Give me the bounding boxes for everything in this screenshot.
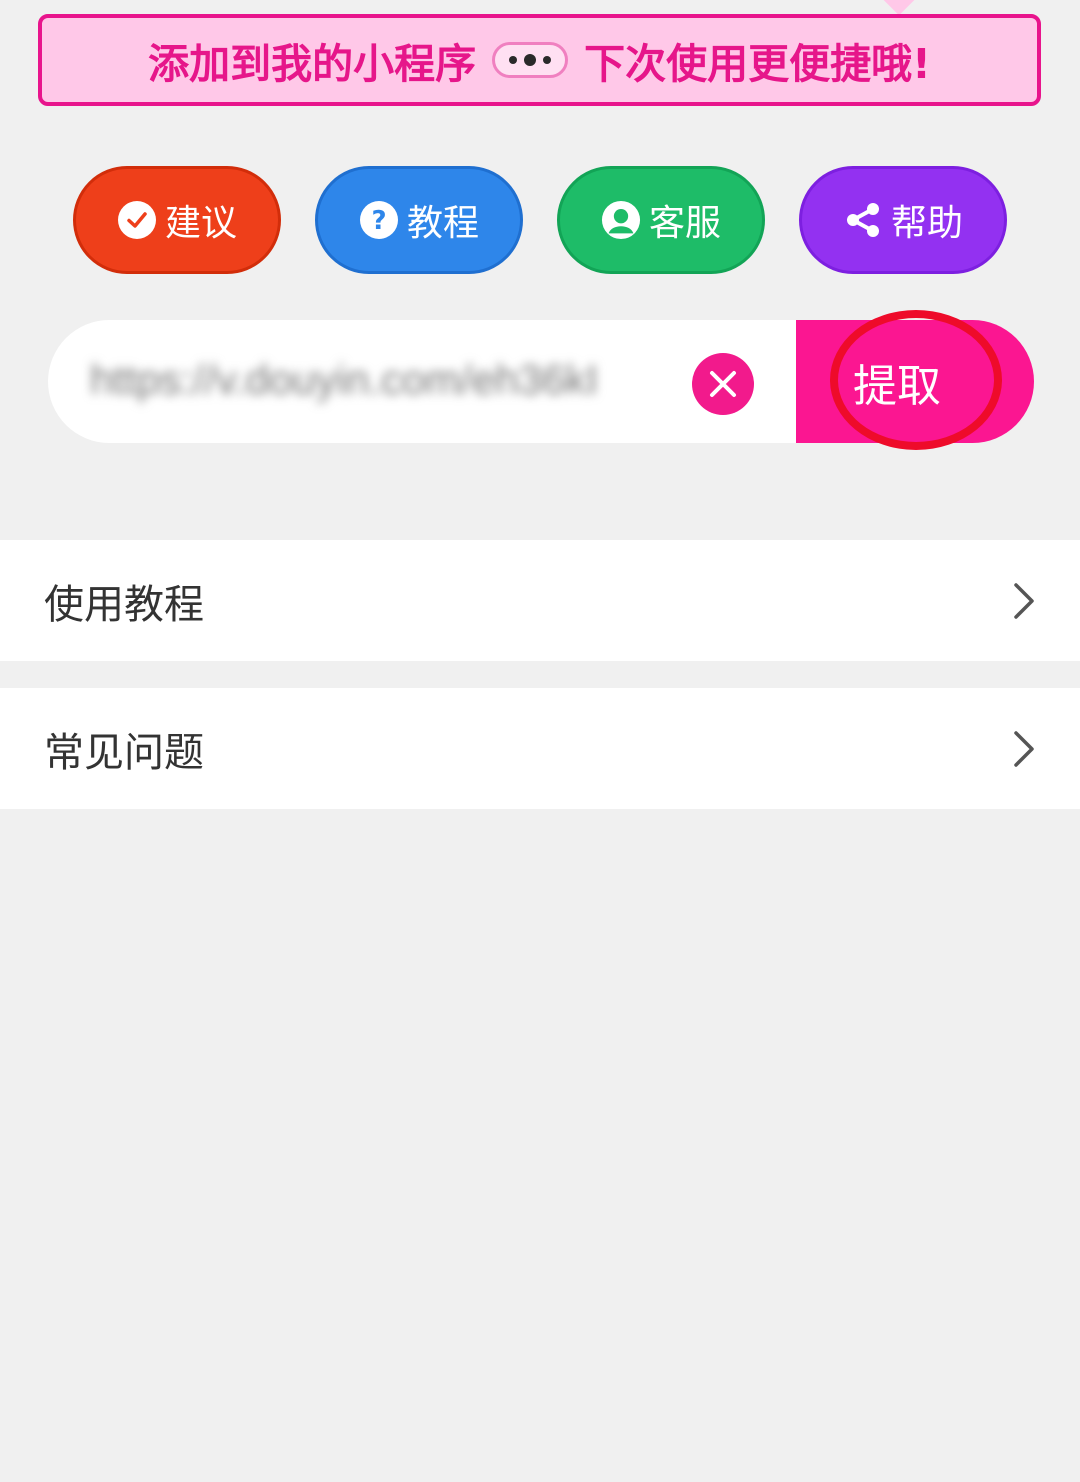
question-circle-icon: ?: [359, 200, 399, 240]
suggest-button[interactable]: 建议: [73, 166, 281, 274]
extract-label: 提取: [853, 360, 941, 412]
list-item-faq[interactable]: 常见问题: [0, 688, 1080, 809]
list-item-label: 常见问题: [44, 729, 204, 776]
tutorial-button[interactable]: ? 教程: [315, 166, 523, 274]
user-circle-icon: [601, 200, 641, 240]
url-input-row: https://v.douyin.com/eh36kI 提取: [48, 320, 1034, 443]
chevron-right-icon: [1014, 582, 1034, 619]
share-icon: [843, 200, 883, 240]
close-icon: [710, 371, 736, 397]
chevron-right-icon: [1014, 730, 1034, 767]
list-item-label: 使用教程: [44, 581, 204, 628]
banner-text-start: 添加到我的小程序: [148, 40, 477, 88]
banner-body: 添加到我的小程序 下次使用更便捷哦!: [38, 14, 1041, 106]
extract-button[interactable]: 提取: [796, 320, 1034, 443]
banner-text-end: 下次使用更便捷哦!: [584, 40, 931, 88]
help-label: 帮助: [890, 203, 963, 244]
check-circle-icon: [117, 200, 157, 240]
customer-service-button[interactable]: 客服: [557, 166, 765, 274]
help-button[interactable]: 帮助: [799, 166, 1007, 274]
add-to-miniprogram-banner: 添加到我的小程序 下次使用更便捷哦!: [38, 0, 1041, 106]
url-input[interactable]: https://v.douyin.com/eh36kI: [48, 320, 848, 443]
svg-text:?: ?: [371, 206, 386, 236]
list-item-usage-tutorial[interactable]: 使用教程: [0, 540, 1080, 661]
suggest-label: 建议: [164, 203, 237, 244]
customer-service-label: 客服: [648, 203, 721, 244]
tutorial-label: 教程: [406, 203, 479, 244]
clear-input-button[interactable]: [692, 353, 754, 415]
more-dots-icon: [492, 42, 569, 78]
url-input-value[interactable]: https://v.douyin.com/eh36kI: [90, 356, 690, 406]
